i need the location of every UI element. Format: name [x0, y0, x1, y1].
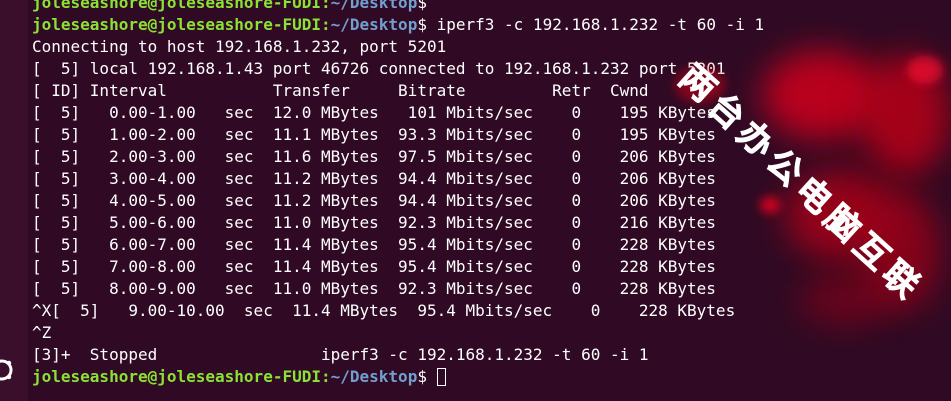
- ubuntu-logo-icon: [0, 359, 13, 381]
- prompt-line: joleseashore@joleseashore-FUDI:~/Desktop…: [32, 14, 947, 36]
- output-line: [ 5] 3.00-4.00 sec 11.2 MBytes 94.4 Mbit…: [32, 169, 716, 188]
- prompt-line: joleseashore@joleseashore-FUDI:~/Desktop…: [32, 366, 947, 388]
- output-line: [ 5] 6.00-7.00 sec 11.4 MBytes 95.4 Mbit…: [32, 235, 716, 254]
- prompt-separator: :: [320, 367, 331, 386]
- output-line: [3]+ Stopped iperf3 -c 192.168.1.232 -t …: [32, 345, 649, 364]
- prompt-line: joleseashore@joleseashore-FUDI:~/Desktop…: [32, 0, 947, 14]
- prompt-separator: :: [320, 0, 331, 12]
- prompt-path: ~/Desktop: [330, 0, 418, 12]
- prompt-path: ~/Desktop: [330, 15, 418, 34]
- prompt-symbol: $: [417, 0, 427, 12]
- output-line: [ 5] 7.00-8.00 sec 11.4 MBytes 95.4 Mbit…: [32, 257, 716, 276]
- output-line: [ 5] 0.00-1.00 sec 12.0 MBytes 101 Mbits…: [32, 103, 716, 122]
- output-line: [ 5] 2.00-3.00 sec 11.6 MBytes 97.5 Mbit…: [32, 147, 716, 166]
- text-cursor[interactable]: [436, 368, 446, 386]
- prompt-separator: :: [320, 15, 331, 34]
- prompt-symbol: $: [417, 15, 427, 34]
- terminal-window[interactable]: joleseashore@joleseashore-FUDI:~/Desktop…: [0, 0, 951, 401]
- output-line: [ 5] local 192.168.1.43 port 46726 conne…: [32, 59, 726, 78]
- output-line: [ 5] 5.00-6.00 sec 11.0 MBytes 92.3 Mbit…: [32, 213, 716, 232]
- command-text: [427, 367, 437, 386]
- output-line: [ ID] Interval Transfer Bitrate Retr Cwn…: [32, 81, 649, 100]
- prompt-user: joleseashore@joleseashore-FUDI: [32, 15, 321, 34]
- prompt-user: joleseashore@joleseashore-FUDI: [32, 367, 321, 386]
- dock-edge: [0, 0, 28, 401]
- output-line: [ 5] 4.00-5.00 sec 11.2 MBytes 94.4 Mbit…: [32, 191, 716, 210]
- output-line: ^Z: [32, 323, 52, 342]
- prompt-symbol: $: [417, 367, 427, 386]
- command-text: iperf3 -c 192.168.1.232 -t 60 -i 1: [426, 15, 765, 34]
- output-line: [ 5] 8.00-9.00 sec 11.0 MBytes 92.3 Mbit…: [32, 279, 716, 298]
- terminal-output[interactable]: joleseashore@joleseashore-FUDI:~/Desktop…: [32, 0, 947, 388]
- prompt-path: ~/Desktop: [330, 367, 418, 386]
- output-line: [ 5] 1.00-2.00 sec 11.1 MBytes 93.3 Mbit…: [32, 125, 716, 144]
- output-line: Connecting to host 192.168.1.232, port 5…: [32, 37, 447, 56]
- output-line: ^X[ 5] 9.00-10.00 sec 11.4 MBytes 95.4 M…: [32, 301, 736, 320]
- prompt-user: joleseashore@joleseashore-FUDI: [32, 0, 321, 12]
